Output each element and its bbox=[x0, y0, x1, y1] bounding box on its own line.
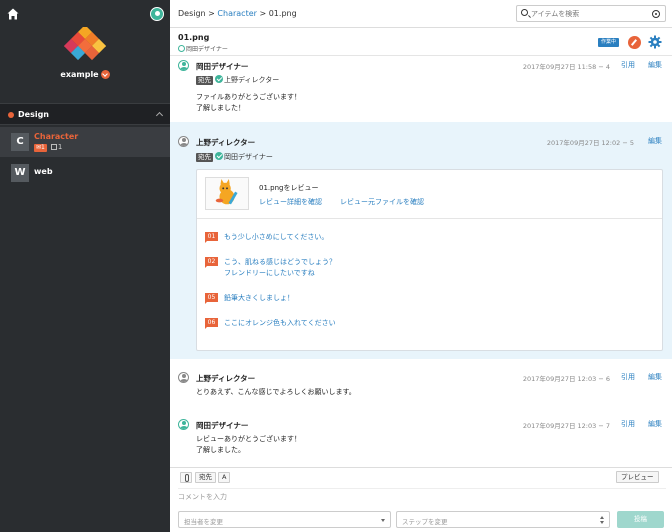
step-select[interactable]: ステップを変更 bbox=[396, 511, 610, 528]
review-thumbnail[interactable] bbox=[205, 177, 249, 210]
quote-button[interactable]: 引用 bbox=[621, 419, 635, 429]
comment-count-badge: ✉1 bbox=[34, 144, 47, 152]
review-title: 01.pngをレビュー bbox=[259, 184, 319, 192]
edit-button[interactable]: 編集 bbox=[648, 136, 662, 146]
comment-author: 上野ディレクター bbox=[196, 138, 256, 147]
breadcrumb: Design > Character > 01.png bbox=[178, 9, 297, 18]
group-header-design[interactable]: Design bbox=[0, 103, 170, 125]
chevron-down-icon[interactable] bbox=[100, 70, 110, 79]
group-label: Design bbox=[18, 110, 49, 119]
gear-icon[interactable] bbox=[648, 35, 662, 49]
review-item-text: こう、肌ねる感じはどうでしょう？ bbox=[224, 258, 336, 266]
group-dot-icon bbox=[8, 112, 14, 118]
review-item-text-line2: フレンドリーにしたいですね bbox=[224, 269, 315, 277]
edit-button[interactable]: 編集 bbox=[648, 419, 662, 429]
breadcrumb-root[interactable]: Design > bbox=[178, 9, 215, 18]
review-item-number: 06 bbox=[205, 318, 218, 329]
recipient-button[interactable]: 宛先 bbox=[195, 472, 216, 483]
attach-icon[interactable] bbox=[180, 472, 192, 483]
comment-composer: 宛先 A プレビュー 担当者を変更 ステップを変更 投稿 bbox=[170, 467, 672, 532]
comment-item: 岡田デザイナー 2017年09月27日 11:58 − 4 引用 編集 宛先 上野… bbox=[170, 56, 672, 122]
breadcrumb-link-character[interactable]: Character bbox=[217, 9, 257, 18]
check-icon bbox=[215, 152, 223, 160]
workspace-logo-icon bbox=[64, 27, 106, 61]
review-item-number: 02 bbox=[205, 257, 218, 268]
comment-recipient: 宛先 上野ディレクター bbox=[196, 75, 280, 85]
author-avatar-icon bbox=[178, 419, 189, 430]
comment-input[interactable] bbox=[178, 488, 666, 504]
comment-body: レビューありがとうございます！ 了解しました。 bbox=[196, 435, 301, 454]
author-avatar-icon bbox=[178, 372, 189, 383]
review-item-text: ここにオレンジ色も入れてください bbox=[224, 319, 336, 327]
breadcrumb-current: > 01.png bbox=[259, 9, 297, 18]
review-source-link[interactable]: レビュー元ファイルを確認 bbox=[340, 197, 424, 207]
sidebar-item-character[interactable]: C Character ✉1 1 bbox=[0, 127, 170, 157]
search-options-icon[interactable] bbox=[652, 10, 660, 18]
assignee-placeholder: 担当者を変更 bbox=[184, 518, 223, 526]
sidebar-top bbox=[0, 0, 170, 28]
review-icon bbox=[50, 144, 57, 150]
review-card: 01.pngをレビュー レビュー詳細を確認 レビュー元ファイルを確認 01 もう… bbox=[196, 169, 663, 351]
status-badge[interactable]: 作業中 bbox=[598, 38, 620, 47]
author-avatar-icon bbox=[178, 136, 189, 147]
caret-down-icon bbox=[381, 519, 385, 522]
home-icon[interactable] bbox=[7, 8, 19, 20]
review-item-text: もう少し小さめにしてください。 bbox=[224, 233, 329, 241]
edit-button[interactable]: 編集 bbox=[648, 372, 662, 382]
file-owner: 岡田デザイナー bbox=[178, 44, 228, 53]
item-initial-tile: W bbox=[11, 164, 29, 182]
comment-item: 岡田デザイナー 2017年09月27日 12:03 − 7 引用 編集 レビュー… bbox=[170, 414, 672, 467]
comment-body: とりあえず、こんな感じでよろしくお願いします。 bbox=[196, 388, 356, 396]
to-tag: 宛先 bbox=[196, 153, 213, 162]
sidebar-item-web[interactable]: W web bbox=[0, 158, 170, 188]
check-icon bbox=[215, 75, 223, 83]
search-box[interactable] bbox=[516, 5, 666, 22]
sidebar: example Design C Character ✉1 1 W web bbox=[0, 0, 170, 532]
file-header: 01.png 岡田デザイナー 作業中 bbox=[170, 28, 672, 56]
review-item-number: 01 bbox=[205, 232, 218, 243]
caret-down-icon bbox=[600, 521, 604, 524]
pin-icon[interactable] bbox=[628, 36, 641, 49]
owner-avatar-icon bbox=[178, 45, 185, 52]
quote-button[interactable]: 引用 bbox=[621, 60, 635, 70]
topbar: Design > Character > 01.png bbox=[170, 0, 672, 28]
sidebar-item-label: web bbox=[34, 167, 53, 176]
search-input[interactable] bbox=[531, 8, 641, 20]
edit-button[interactable]: 編集 bbox=[648, 60, 662, 70]
author-avatar-icon bbox=[178, 60, 189, 71]
file-name: 01.png bbox=[178, 33, 210, 42]
item-counts: ✉1 1 bbox=[34, 143, 62, 152]
comment-body: ファイルありがとうございます！ 了解しました！ bbox=[196, 93, 301, 112]
comment-timestamp: 2017年09月27日 12:02 − 5 bbox=[546, 139, 634, 147]
comment-timestamp: 2017年09月27日 12:03 − 6 bbox=[522, 375, 610, 383]
comment-author: 岡田デザイナー bbox=[196, 62, 249, 71]
review-item-text: 鉛筆大きくしましょ！ bbox=[224, 294, 294, 302]
item-initial-tile: C bbox=[11, 133, 29, 151]
comment-timestamp: 2017年09月27日 12:03 − 7 bbox=[522, 422, 610, 430]
comment-item: 上野ディレクター 2017年09月27日 12:03 − 6 引用 編集 とりあ… bbox=[170, 367, 672, 407]
sidebar-item-label: Character bbox=[34, 132, 79, 141]
caret-up-icon bbox=[600, 516, 604, 519]
assignee-select[interactable]: 担当者を変更 bbox=[178, 511, 391, 528]
user-name: example bbox=[60, 70, 99, 79]
search-icon bbox=[521, 9, 528, 16]
quote-button[interactable]: 引用 bbox=[621, 372, 635, 382]
format-button[interactable]: A bbox=[218, 472, 231, 483]
user-avatar-icon[interactable] bbox=[150, 7, 164, 21]
chevron-up-icon[interactable] bbox=[155, 111, 164, 120]
review-detail-link[interactable]: レビュー詳細を確認 bbox=[259, 197, 322, 207]
comment-author: 岡田デザイナー bbox=[196, 421, 249, 430]
user-menu[interactable]: example bbox=[0, 70, 170, 79]
review-count: 1 bbox=[50, 143, 62, 151]
divider bbox=[197, 218, 662, 219]
preview-button[interactable]: プレビュー bbox=[616, 471, 659, 483]
comment-recipient: 宛先 岡田デザイナー bbox=[196, 152, 273, 162]
review-item-number: 05 bbox=[205, 293, 218, 304]
comment-timestamp: 2017年09月27日 11:58 − 4 bbox=[522, 63, 610, 71]
to-tag: 宛先 bbox=[196, 76, 213, 85]
comment-author: 上野ディレクター bbox=[196, 374, 256, 383]
post-button[interactable]: 投稿 bbox=[617, 511, 664, 528]
step-placeholder: ステップを変更 bbox=[402, 518, 448, 526]
